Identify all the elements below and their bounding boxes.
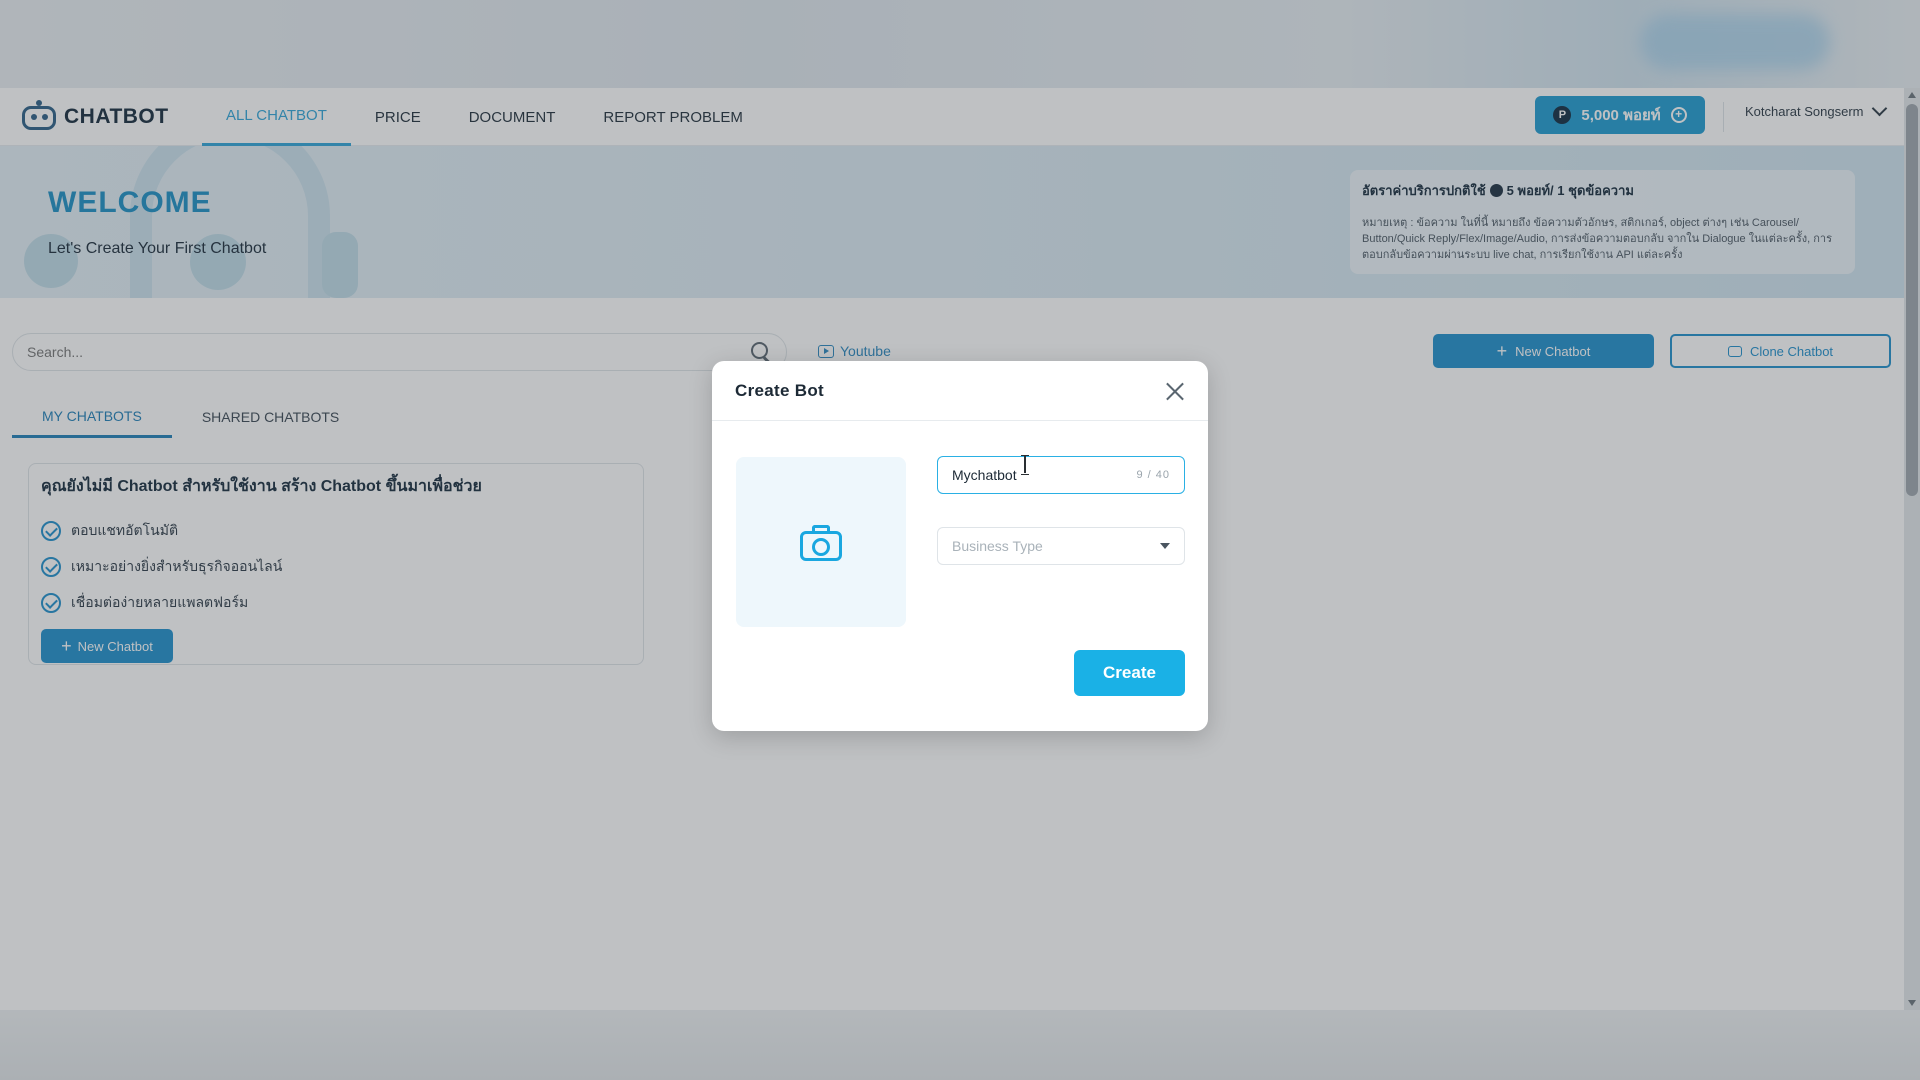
business-type-placeholder: Business Type [952,538,1043,554]
text-cursor-icon [1020,455,1030,475]
close-icon[interactable] [1165,381,1185,401]
char-counter: 9 / 40 [1136,469,1170,481]
business-type-select[interactable]: Business Type [937,527,1185,565]
modal-header: Create Bot [712,361,1208,421]
camera-icon [800,525,842,561]
bot-image-upload[interactable] [736,457,906,627]
modal-title: Create Bot [735,380,824,400]
create-button[interactable]: Create [1074,650,1185,696]
bot-name-field[interactable]: 9 / 40 [937,456,1185,494]
bot-name-input[interactable] [952,467,1137,483]
create-bot-modal: Create Bot 9 / 40 Business Type Create [712,361,1208,731]
caret-down-icon [1160,543,1170,549]
